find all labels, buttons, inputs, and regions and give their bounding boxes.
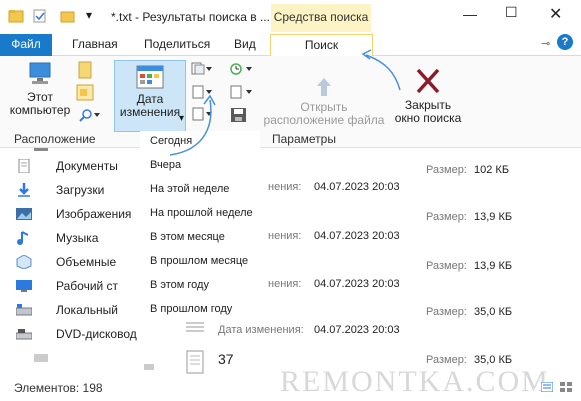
tiles-view-icon[interactable] <box>560 382 572 392</box>
watermark-text: REMONTKA.COM <box>280 365 550 398</box>
annotation-arrows <box>169 49 401 156</box>
arrow-to-date-modified <box>169 99 212 156</box>
arrow-to-search-tab <box>365 54 401 91</box>
items-count: Элементов: 198 <box>14 381 103 395</box>
details-view-icon[interactable] <box>541 382 553 392</box>
